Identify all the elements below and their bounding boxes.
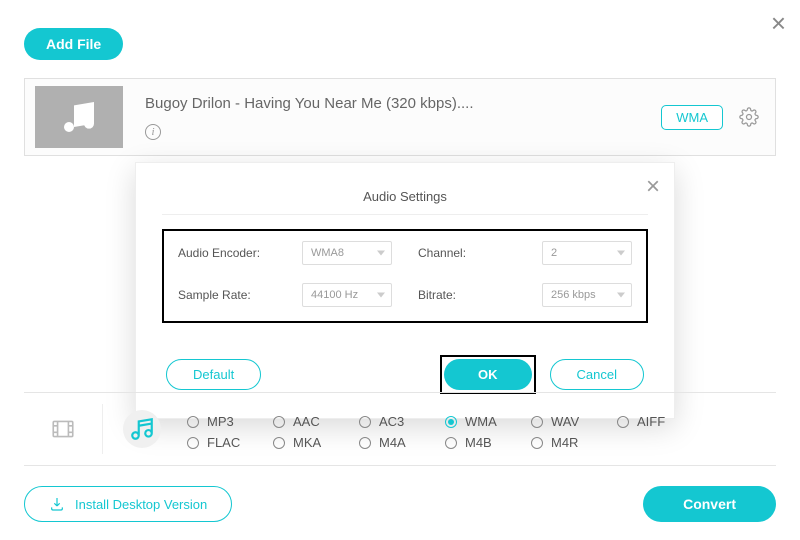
cancel-button[interactable]: Cancel (550, 359, 644, 390)
file-meta: Bugoy Drilon - Having You Near Me (320 k… (145, 95, 661, 140)
file-row: Bugoy Drilon - Having You Near Me (320 k… (24, 78, 776, 156)
ok-button[interactable]: OK (444, 359, 532, 390)
bottom-bar: Install Desktop Version Convert (24, 486, 776, 522)
download-icon (49, 496, 65, 512)
format-option-flac[interactable]: FLAC (187, 435, 273, 450)
format-option-aac[interactable]: AAC (273, 414, 359, 429)
channel-label: Channel: (418, 246, 466, 260)
sample-rate-label: Sample Rate: (178, 288, 251, 302)
format-option-wma[interactable]: WMA (445, 414, 531, 429)
encoder-select[interactable]: WMA8 (302, 241, 392, 265)
format-bar: MP3 AAC AC3 WMA WAV AIFF FLAC MKA M4A M4B M4R (24, 392, 776, 466)
radio-icon (531, 416, 543, 428)
setting-encoder: Audio Encoder: WMA8 (178, 241, 392, 265)
close-icon[interactable]: × (771, 8, 786, 39)
channel-select[interactable]: 2 (542, 241, 632, 265)
format-option-mp3[interactable]: MP3 (187, 414, 273, 429)
formats-list: MP3 AAC AC3 WMA WAV AIFF FLAC MKA M4A M4B M4R (175, 408, 770, 450)
settings-group: Audio Encoder: WMA8 Channel: 2 Sample Ra… (162, 229, 648, 323)
add-file-button[interactable]: Add File (24, 28, 123, 60)
radio-icon (359, 437, 371, 449)
radio-icon (359, 416, 371, 428)
convert-button[interactable]: Convert (643, 486, 776, 522)
radio-icon (273, 416, 285, 428)
format-label: WAV (551, 414, 579, 429)
file-title: Bugoy Drilon - Having You Near Me (320 k… (145, 95, 661, 112)
format-label: M4A (379, 435, 406, 450)
format-label: WMA (465, 414, 497, 429)
sample-rate-select[interactable]: 44100 Hz (302, 283, 392, 307)
audio-settings-modal: × Audio Settings Audio Encoder: WMA8 Cha… (135, 162, 675, 419)
install-label: Install Desktop Version (75, 497, 207, 512)
default-button[interactable]: Default (166, 359, 261, 390)
format-label: MKA (293, 435, 321, 450)
radio-icon (531, 437, 543, 449)
divider (102, 404, 103, 454)
format-option-m4b[interactable]: M4B (445, 435, 531, 450)
encoder-label: Audio Encoder: (178, 246, 260, 260)
radio-icon (187, 437, 199, 449)
radio-icon (187, 416, 199, 428)
format-badge[interactable]: WMA (661, 105, 723, 130)
audio-tab-icon[interactable] (123, 410, 161, 448)
radio-icon (445, 416, 457, 428)
format-label: AIFF (637, 414, 665, 429)
format-label: FLAC (207, 435, 240, 450)
radio-icon (445, 437, 457, 449)
ok-highlight: OK (440, 355, 536, 394)
radio-icon (273, 437, 285, 449)
format-option-ac3[interactable]: AC3 (359, 414, 445, 429)
info-icon[interactable]: i (145, 124, 161, 140)
format-option-m4r[interactable]: M4R (531, 435, 617, 450)
format-option-wav[interactable]: WAV (531, 414, 617, 429)
modal-title: Audio Settings (162, 181, 648, 215)
setting-sample-rate: Sample Rate: 44100 Hz (178, 283, 392, 307)
modal-close-icon[interactable]: × (646, 173, 660, 201)
format-label: AAC (293, 414, 320, 429)
format-option-mka[interactable]: MKA (273, 435, 359, 450)
format-option-m4a[interactable]: M4A (359, 435, 445, 450)
bitrate-label: Bitrate: (418, 288, 456, 302)
modal-button-row: Default OK Cancel (162, 355, 648, 394)
radio-icon (617, 416, 629, 428)
format-label: M4B (465, 435, 492, 450)
video-tab-icon[interactable] (44, 410, 82, 448)
format-label: MP3 (207, 414, 234, 429)
file-thumbnail (35, 86, 123, 148)
install-desktop-button[interactable]: Install Desktop Version (24, 486, 232, 522)
format-label: M4R (551, 435, 578, 450)
format-label: AC3 (379, 414, 404, 429)
setting-channel: Channel: 2 (418, 241, 632, 265)
setting-bitrate: Bitrate: 256 kbps (418, 283, 632, 307)
bitrate-select[interactable]: 256 kbps (542, 283, 632, 307)
format-option-aiff[interactable]: AIFF (617, 414, 703, 429)
gear-icon[interactable] (739, 107, 759, 127)
music-note-icon (59, 97, 99, 137)
